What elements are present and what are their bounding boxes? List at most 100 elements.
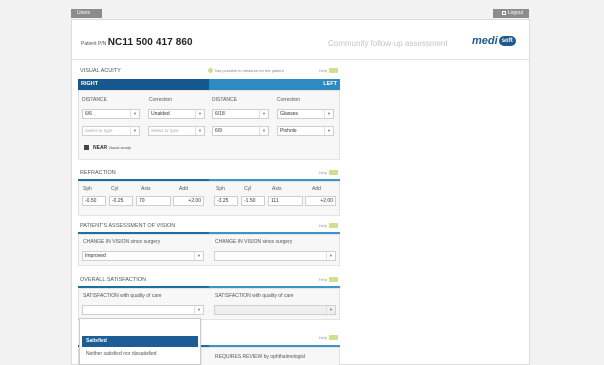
refraction-panel: Sph Cyl Axis Add Sph Cyl Axis Add -0.50 … bbox=[78, 181, 340, 216]
left-axis-header: Axis bbox=[272, 186, 282, 192]
help-icon bbox=[329, 68, 338, 73]
left-cyl-input[interactable]: -1.50 bbox=[241, 196, 265, 206]
left-distance-select-2[interactable]: 6/9 ▼ bbox=[212, 126, 269, 136]
right-eye-band: RIGHT bbox=[78, 79, 209, 90]
section-title: PATIENT'S ASSESSMENT OF VISION bbox=[80, 223, 176, 229]
left-change-label: CHANGE IN VISION since surgery bbox=[215, 239, 292, 245]
left-change-suffix: since surgery bbox=[262, 239, 293, 245]
chevron-down-icon: ▼ bbox=[195, 110, 204, 118]
left-satisfaction-select[interactable]: ▼ bbox=[214, 305, 336, 315]
left-distance-select[interactable]: 6/18 ▼ bbox=[212, 109, 269, 119]
left-distance-value-2: 6/9 bbox=[215, 128, 222, 134]
requires-review-suffix: by ophthalmologist bbox=[263, 354, 306, 360]
left-axis-input[interactable]: 111 bbox=[268, 196, 303, 206]
right-change-select[interactable]: Improved ▼ bbox=[82, 251, 204, 261]
chevron-down-icon: ▼ bbox=[259, 127, 268, 135]
help-link[interactable]: Help bbox=[319, 223, 338, 228]
logout-icon bbox=[501, 11, 506, 15]
left-sat-label: SATISFACTION with quality of care bbox=[215, 293, 294, 299]
right-satisfaction-select[interactable]: ▼ bbox=[82, 305, 204, 315]
visual-acuity-panel: DISTANCE Correction DISTANCE Correction … bbox=[78, 90, 340, 160]
right-correction-select[interactable]: Unaided ▼ bbox=[148, 109, 205, 119]
left-change-strong: CHANGE IN VISION bbox=[215, 239, 262, 245]
left-sph-header: Sph bbox=[216, 186, 225, 192]
dropdown-option-satisfied[interactable]: Satisfied bbox=[82, 336, 198, 347]
assessment-section: PATIENT'S ASSESSMENT OF VISION Help CHAN… bbox=[78, 223, 340, 269]
right-change-suffix: since surgery bbox=[130, 239, 161, 245]
right-add-header: Add bbox=[179, 186, 188, 192]
patient-number: NC11 500 417 860 bbox=[107, 37, 193, 48]
near-checkbox[interactable] bbox=[84, 145, 89, 150]
left-add-input[interactable]: +2.00 bbox=[305, 196, 336, 206]
help-label: Help bbox=[318, 223, 327, 228]
left-change-select[interactable]: ▼ bbox=[214, 251, 336, 261]
left-sat-strong: SATISFACTION bbox=[215, 293, 251, 299]
near-label-suffix: Visual acuity bbox=[108, 145, 131, 150]
help-link[interactable]: Help bbox=[319, 277, 338, 282]
near-label-strong: NEAR bbox=[93, 145, 108, 151]
section-title: VISUAL ACUITY bbox=[80, 68, 121, 74]
help-link[interactable]: Help bbox=[319, 170, 338, 175]
left-correction-label: Correction bbox=[277, 97, 301, 103]
right-sph-header: Sph bbox=[83, 186, 92, 192]
chevron-down-icon: ▼ bbox=[324, 110, 333, 118]
right-axis-input[interactable]: 70 bbox=[136, 196, 171, 206]
chevron-down-icon: ▼ bbox=[194, 306, 203, 314]
logo-badge: soft bbox=[498, 36, 516, 46]
refraction-section: REFRACTION Help Sph Cyl Axis Add Sph Cyl… bbox=[78, 170, 340, 216]
top-bar: Users Logout bbox=[71, 9, 529, 19]
chevron-down-icon: ▼ bbox=[195, 127, 204, 135]
users-button[interactable]: Users bbox=[71, 9, 102, 18]
help-icon bbox=[329, 170, 338, 175]
near-label: NEAR Visual acuity bbox=[93, 145, 131, 151]
chevron-down-icon: ▼ bbox=[259, 110, 268, 118]
sheet-header: Patient P/N NC11 500 417 860 Community f… bbox=[72, 20, 529, 60]
help-label: Help bbox=[318, 170, 327, 175]
help-label: Help bbox=[318, 68, 327, 73]
requires-review-label: REQUIRES REVIEW by ophthalmologist bbox=[215, 354, 305, 360]
satisfaction-section: OVERALL SATISFACTION Help SATISFACTION w… bbox=[78, 277, 340, 323]
left-cyl-header: Cyl bbox=[244, 186, 252, 192]
satisfaction-dropdown: Satisfied Neither satisfied nor dissatis… bbox=[79, 318, 201, 365]
left-correction-value: Glasses bbox=[280, 111, 299, 117]
chevron-down-icon: ▼ bbox=[194, 252, 203, 260]
right-change-value: Improved bbox=[85, 253, 106, 259]
chevron-down-icon: ▼ bbox=[130, 110, 139, 118]
patient-id: Patient P/N NC11 500 417 860 bbox=[81, 37, 193, 48]
right-distance-select-2[interactable]: Select or type ▼ bbox=[82, 126, 140, 136]
assessment-panel: CHANGE IN VISION since surgery CHANGE IN… bbox=[78, 234, 340, 266]
help-link[interactable]: Help bbox=[319, 335, 338, 340]
assessment-title: Community follow-up assessment bbox=[328, 39, 448, 48]
left-sph-input[interactable]: -3.25 bbox=[214, 196, 238, 206]
logout-button[interactable]: Logout bbox=[493, 9, 529, 18]
left-correction-value-2: Pinhole bbox=[280, 128, 297, 134]
right-correction-value: Unaided bbox=[151, 111, 170, 117]
dropdown-option-neither[interactable]: Neither satisfied nor dissatisfied bbox=[82, 349, 198, 360]
right-sph-input[interactable]: -0.50 bbox=[82, 196, 106, 206]
right-sat-label: SATISFACTION with quality of care bbox=[83, 293, 162, 299]
help-label: Help bbox=[318, 277, 327, 282]
logo-text: medi bbox=[472, 35, 498, 47]
help-label: Help bbox=[318, 335, 327, 340]
medisoft-logo: medi soft bbox=[472, 35, 516, 47]
right-correction-label: Correction bbox=[149, 97, 173, 103]
right-sat-strong: SATISFACTION bbox=[83, 293, 119, 299]
visual-acuity-section: VISUAL ACUITY Not possible to measure fo… bbox=[78, 68, 340, 160]
right-cyl-input[interactable]: -0.25 bbox=[109, 196, 133, 206]
left-correction-select-2[interactable]: Pinhole ▼ bbox=[277, 126, 334, 136]
chevron-down-icon: ▼ bbox=[326, 252, 335, 260]
right-add-input[interactable]: +2.00 bbox=[173, 196, 204, 206]
assessment-sheet: Patient P/N NC11 500 417 860 Community f… bbox=[71, 19, 530, 365]
help-icon bbox=[329, 223, 338, 228]
requires-review-strong: REQUIRES REVIEW bbox=[215, 354, 263, 360]
left-correction-select[interactable]: Glasses ▼ bbox=[277, 109, 334, 119]
chevron-down-icon: ▼ bbox=[130, 127, 139, 135]
right-correction-select-2[interactable]: Select or type ▼ bbox=[148, 126, 205, 136]
right-axis-header: Axis bbox=[141, 186, 151, 192]
help-icon bbox=[329, 335, 338, 340]
right-distance-select[interactable]: 6/6 ▼ bbox=[82, 109, 140, 119]
right-cyl-header: Cyl bbox=[111, 186, 119, 192]
left-distance-value: 6/18 bbox=[215, 111, 225, 117]
help-link[interactable]: Help bbox=[319, 68, 338, 73]
not-possible-option[interactable]: Not possible to measure for the patient bbox=[208, 68, 284, 73]
